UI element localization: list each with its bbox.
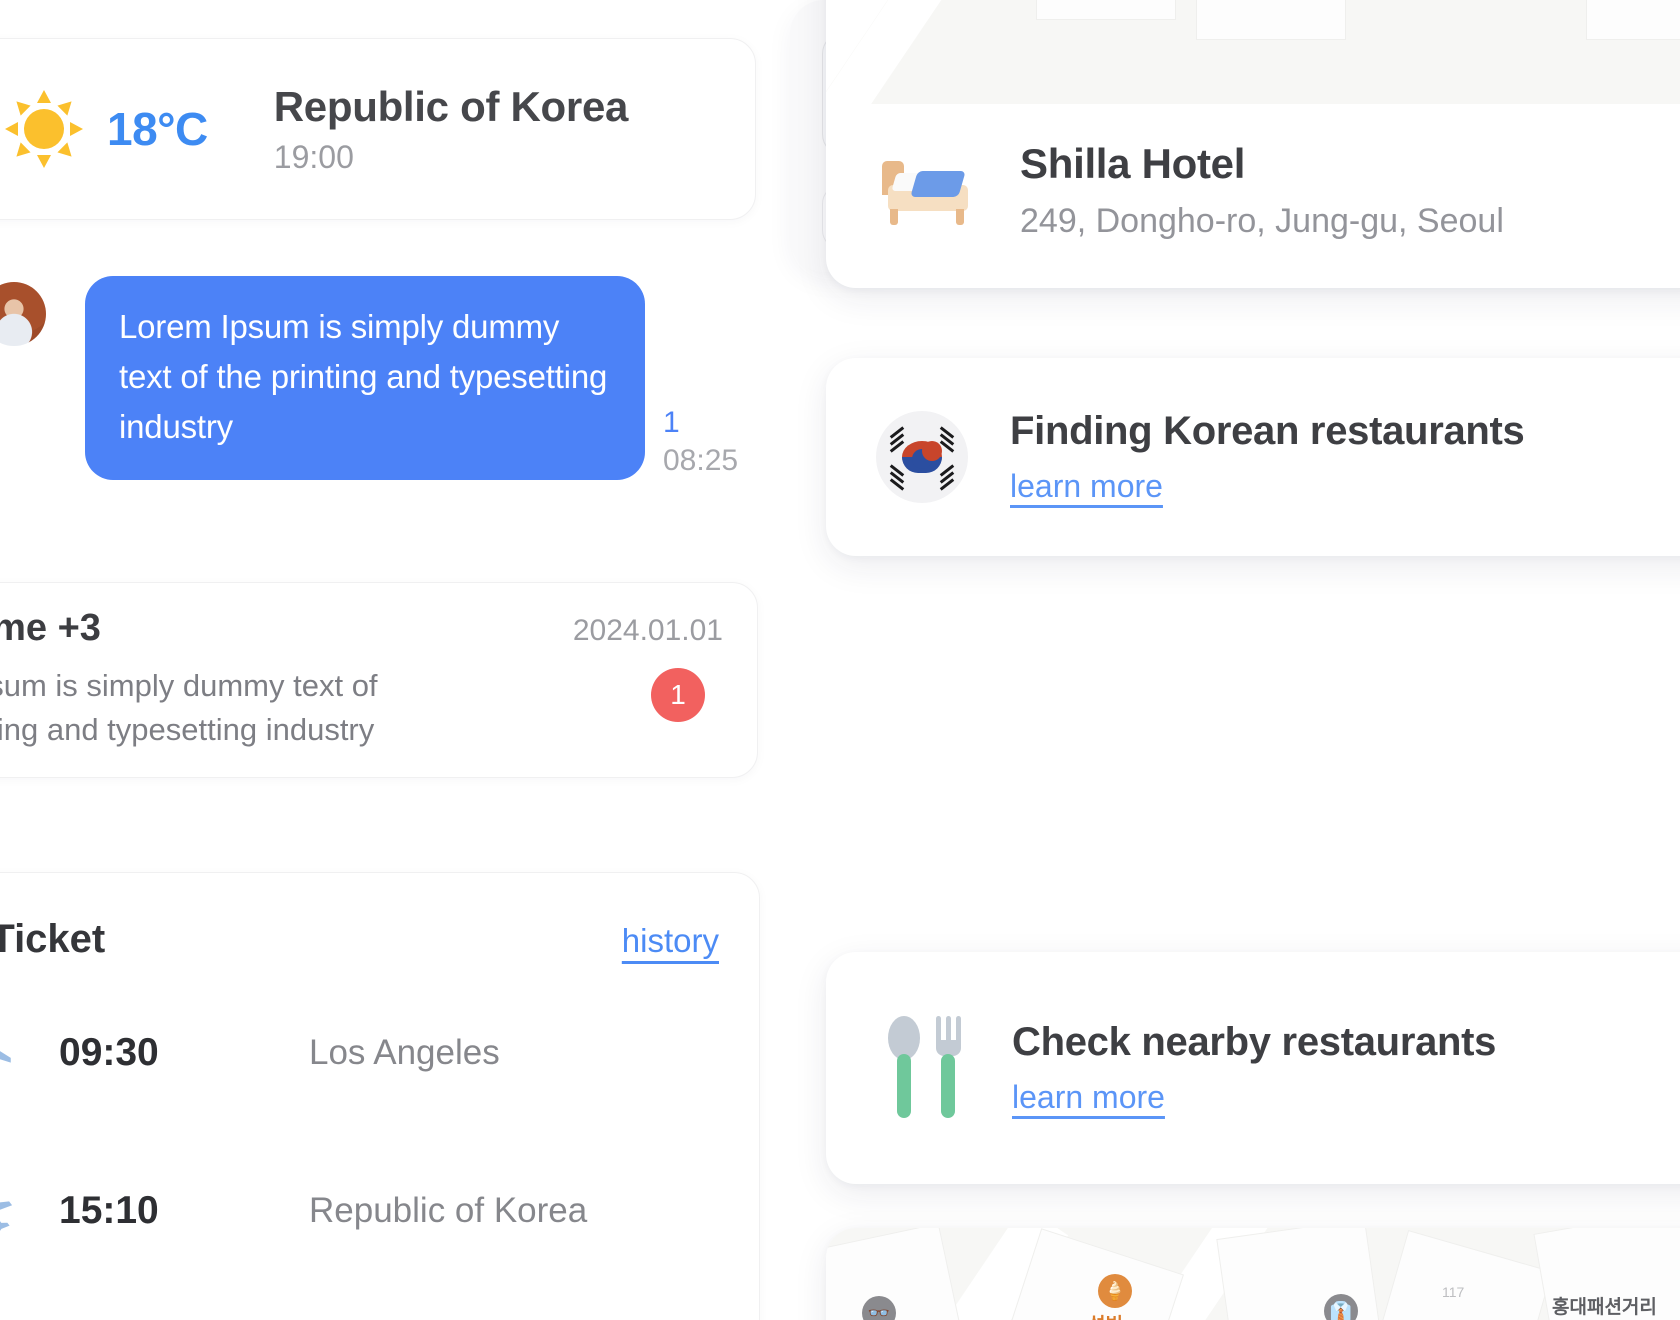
map-label: 홍대패션거리 [1552,1297,1657,1318]
airplane-arrive-icon [0,1191,13,1236]
right-panel: 107 110 112 🍴 풀문 👓 렌즈미 삼오빠식당 🍴 🍴 더키친아시아 … [790,0,1680,1320]
hotel-card[interactable]: 107 110 112 🍴 풀문 👓 렌즈미 삼오빠식당 🍴 🍴 더키친아시아 … [826,0,1680,288]
bed-icon [878,155,974,227]
history-link[interactable]: history [622,922,719,960]
learn-more-link[interactable]: learn more [1012,1079,1165,1116]
airplane-depart-icon [0,1051,11,1063]
hotel-texts: Shilla Hotel 249, Dongho-ro, Jung-gu, Se… [1020,140,1504,241]
flight-time: 15:10 [59,1189,159,1232]
app-screen: 18°C Republic of Korea 19:00 Lorem Ipsum… [0,0,1680,1320]
message-bubble[interactable]: Lorem Ipsum is simply dummy text of the … [85,276,645,481]
status-badge: 1 [651,668,705,722]
notification-preview: psum is simply dummy text of nting and t… [0,668,378,748]
korean-flag-icon [876,411,968,503]
left-panel: 18°C Republic of Korea 19:00 Lorem Ipsum… [0,0,760,1320]
map-label: 설빙 [1088,1310,1123,1320]
korean-restaurants-texts: Finding Korean restaurants learn more [1010,409,1525,505]
notification-card[interactable]: ame +3 2024.01.01 psum is simply dummy t… [0,582,758,778]
ticket-title: y Ticket [0,917,106,961]
hotel-name: Shilla Hotel [1020,140,1246,187]
notification-body: psum is simply dummy text of nting and t… [0,664,723,752]
hotel-info: Shilla Hotel 249, Dongho-ro, Jung-gu, Se… [826,104,1680,241]
korean-restaurants-card[interactable]: Finding Korean restaurants learn more [826,358,1680,556]
flight-time: 09:30 [59,1031,159,1074]
bottom-map-preview[interactable]: 👓 🍦 설빙 👔 117 홍대패션거리 [826,1228,1680,1320]
avatar[interactable] [0,282,46,346]
flight-place: Republic of Korea [309,1191,588,1230]
ticket-card: y Ticket history 09:30 Los Angeles 15:10… [0,872,760,1320]
notification-title: ame +3 [0,607,101,649]
flight-place: Los Angeles [309,1033,500,1072]
nearby-restaurants-title: Check nearby restaurants [1012,1020,1497,1064]
notification-date: 2024.01.01 [572,614,723,647]
hotel-address: 249, Dongho-ro, Jung-gu, Seoul [1020,202,1504,240]
korean-restaurants-title: Finding Korean restaurants [1010,409,1525,453]
learn-more-link[interactable]: learn more [1010,468,1163,505]
flight-row[interactable]: 15:10 Republic of Korea [0,1182,719,1240]
message-unread-count: 1 [663,406,680,439]
hotel-map-preview[interactable]: 107 110 112 🍴 풀문 👓 렌즈미 삼오빠식당 🍴 🍴 더키친아시아 … [826,0,1680,104]
map-number: 117 [1442,1284,1465,1300]
message-time: 08:25 [663,444,739,477]
message-meta: 1 08:25 [663,408,738,478]
map-pin-icon[interactable]: 🍦 [1098,1274,1132,1308]
flight-row[interactable]: 09:30 Los Angeles [0,1024,719,1082]
map-pin-icon[interactable]: 👔 [1324,1294,1358,1320]
weather-card[interactable]: 18°C Republic of Korea 19:00 [0,38,756,220]
sun-icon [5,90,83,168]
bottom-map-card[interactable]: 👓 🍦 설빙 👔 117 홍대패션거리 [826,1228,1680,1320]
weather-time: 19:00 [273,138,354,175]
fork-spoon-icon [884,1014,970,1122]
chat-message: Lorem Ipsum is simply dummy text of the … [0,276,738,481]
nearby-restaurants-texts: Check nearby restaurants learn more [1012,1020,1496,1116]
nearby-restaurants-card[interactable]: Check nearby restaurants learn more [826,952,1680,1184]
weather-temperature: 18°C [107,103,208,155]
weather-texts: Republic of Korea 19:00 [273,82,629,176]
ticket-header: y Ticket history [0,917,719,962]
weather-location: Republic of Korea [273,82,629,130]
notification-header: ame +3 2024.01.01 [0,607,723,650]
